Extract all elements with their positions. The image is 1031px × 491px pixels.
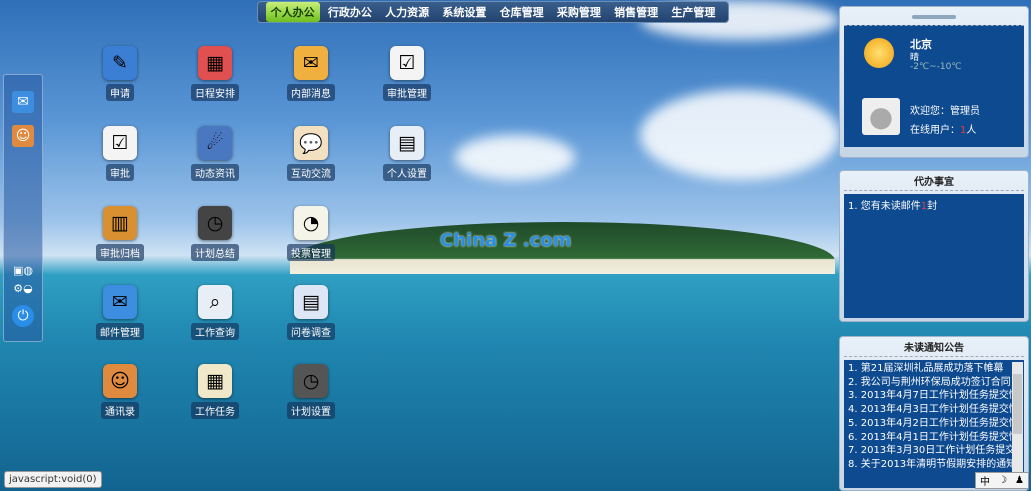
app-glyph-icon: 💬 xyxy=(294,126,328,160)
app-icon-9[interactable]: ▥ 审批归档 xyxy=(80,206,160,261)
contacts-icon[interactable]: ☺ xyxy=(12,125,34,147)
app-icon-13[interactable]: ⌕ 工作查询 xyxy=(175,285,255,340)
app-label: 互动交流 xyxy=(287,164,335,181)
app-label: 审批管理 xyxy=(383,84,431,101)
app-icon-3[interactable]: ✉ 内部消息 xyxy=(271,46,351,101)
nav-tab[interactable]: 销售管理 xyxy=(609,2,663,22)
weather-temp: -2℃~-10℃ xyxy=(910,62,962,72)
notice-title: 未读通知公告 xyxy=(844,341,1024,357)
app-glyph-icon: ◔ xyxy=(294,206,328,240)
drag-handle[interactable] xyxy=(912,15,956,19)
app-label: 工作查询 xyxy=(191,323,239,340)
app-icon-16[interactable]: ▦ 工作任务 xyxy=(175,364,255,419)
notice-item[interactable]: 6. 2013年4月1日工作计划任务提交情况 xyxy=(844,431,1012,445)
app-label: 通讯录 xyxy=(101,402,139,419)
app-icon-6[interactable]: ☄ 动态资讯 xyxy=(175,126,255,181)
nav-tab[interactable]: 系统设置 xyxy=(437,2,491,22)
notice-panel: 未读通知公告 1. 第21届深圳礼品展成功落下帷幕 2. 我公司与荆州环保局成功签… xyxy=(839,336,1029,491)
status-bar: javascript:void(0) xyxy=(4,471,102,488)
app-glyph-icon: ▥ xyxy=(103,206,137,240)
ime-lang[interactable]: 中 xyxy=(980,473,990,488)
app-icon-12[interactable]: ✉ 邮件管理 xyxy=(80,285,160,340)
app-label: 申请 xyxy=(106,84,134,101)
settings-icon[interactable]: ⚙◒ xyxy=(12,277,34,299)
notice-item[interactable]: 8. 关于2013年清明节假期安排的通知 xyxy=(844,458,1012,472)
app-label: 内部消息 xyxy=(287,84,335,101)
app-glyph-icon: ▦ xyxy=(198,364,232,398)
avatar[interactable]: ● xyxy=(862,98,900,135)
moon-icon[interactable]: ☽ xyxy=(998,475,1007,486)
app-icon-5[interactable]: ☑ 审批 xyxy=(80,126,160,181)
app-label: 邮件管理 xyxy=(96,323,144,340)
app-glyph-icon: ✎ xyxy=(103,46,137,80)
app-icon-8[interactable]: ▤ 个人设置 xyxy=(367,126,447,181)
app-label: 审批 xyxy=(106,164,134,181)
app-label: 投票管理 xyxy=(287,244,335,261)
app-icon-15[interactable]: ☺ 通讯录 xyxy=(80,364,160,419)
todo-item[interactable]: 1. 您有未读邮件1封 xyxy=(844,194,1024,318)
watermark-logo: China Z .com xyxy=(440,230,572,251)
notice-item[interactable]: 7. 2013年3月30日工作计划任务提交情况 xyxy=(844,444,1012,458)
app-glyph-icon: ⌕ xyxy=(198,285,232,319)
power-icon[interactable]: ⏻ xyxy=(12,305,34,327)
nav-tab[interactable]: 人力资源 xyxy=(380,2,434,22)
app-label: 动态资讯 xyxy=(191,164,239,181)
app-icon-14[interactable]: ▤ 问卷调查 xyxy=(271,285,351,340)
app-glyph-icon: ◷ xyxy=(294,364,328,398)
online-users: 在线用户：1人 xyxy=(910,125,977,136)
app-label: 计划总结 xyxy=(191,244,239,261)
nav-tab[interactable]: 仓库管理 xyxy=(495,2,549,22)
side-dock: ✉ ☺ ▣◍ ⚙◒ ⏻ xyxy=(3,74,43,342)
user-panel: 北京 晴 -2℃~-10℃ ● 欢迎您：管理员 在线用户：1人 xyxy=(839,6,1029,158)
nav-tab[interactable]: 个人办公 xyxy=(265,2,320,22)
app-glyph-icon: ▤ xyxy=(294,285,328,319)
ime-toolbar[interactable]: 中 ☽ ♟ xyxy=(975,472,1029,489)
scrollbar[interactable] xyxy=(1012,362,1023,486)
app-glyph-icon: ☑ xyxy=(390,46,424,80)
notice-item[interactable]: 4. 2013年4月3日工作计划任务提交情况 xyxy=(844,403,1012,417)
app-label: 个人设置 xyxy=(383,164,431,181)
nav-tab[interactable]: 生产管理 xyxy=(666,2,720,22)
notice-item[interactable]: 5. 2013年4月2日工作计划任务提交情况 xyxy=(844,417,1012,431)
app-glyph-icon: ☺ xyxy=(103,364,137,398)
app-glyph-icon: ▦ xyxy=(198,46,232,80)
app-label: 审批归档 xyxy=(96,244,144,261)
notice-item[interactable]: 2. 我公司与荆州环保局成功签订合同 xyxy=(844,376,1012,390)
app-icon-2[interactable]: ▦ 日程安排 xyxy=(175,46,255,101)
app-label: 工作任务 xyxy=(191,402,239,419)
app-icon-4[interactable]: ☑ 审批管理 xyxy=(367,46,447,101)
app-label: 问卷调查 xyxy=(287,323,335,340)
app-glyph-icon: ☑ xyxy=(103,126,137,160)
todo-panel: 代办事宜 1. 您有未读邮件1封 xyxy=(839,170,1029,322)
app-icon-7[interactable]: 💬 互动交流 xyxy=(271,126,351,181)
mail-icon[interactable]: ✉ xyxy=(12,91,34,113)
app-glyph-icon: ◷ xyxy=(198,206,232,240)
app-glyph-icon: ✉ xyxy=(294,46,328,80)
app-icon-1[interactable]: ✎ 申请 xyxy=(80,46,160,101)
user-icon[interactable]: ♟ xyxy=(1015,475,1024,486)
app-glyph-icon: ☄ xyxy=(198,126,232,160)
app-icon-11[interactable]: ◔ 投票管理 xyxy=(271,206,351,261)
notice-item[interactable]: 1. 第21届深圳礼品展成功落下帷幕 xyxy=(844,362,1012,376)
welcome-text: 欢迎您：管理员 xyxy=(910,106,980,117)
app-label: 计划设置 xyxy=(287,402,335,419)
nav-tab[interactable]: 行政办公 xyxy=(323,2,377,22)
app-label: 日程安排 xyxy=(191,84,239,101)
app-icon-10[interactable]: ◷ 计划总结 xyxy=(175,206,255,261)
sun-icon xyxy=(864,38,894,68)
app-glyph-icon: ✉ xyxy=(103,285,137,319)
top-nav: 个人办公 行政办公 人力资源 系统设置 仓库管理 采购管理 销售管理 生产管理 xyxy=(257,1,729,23)
app-glyph-icon: ▤ xyxy=(390,126,424,160)
app-icon-17[interactable]: ◷ 计划设置 xyxy=(271,364,351,419)
nav-tab[interactable]: 采购管理 xyxy=(552,2,606,22)
todo-title: 代办事宜 xyxy=(844,175,1024,191)
notice-item[interactable]: 3. 2013年4月7日工作计划任务提交情况 xyxy=(844,389,1012,403)
